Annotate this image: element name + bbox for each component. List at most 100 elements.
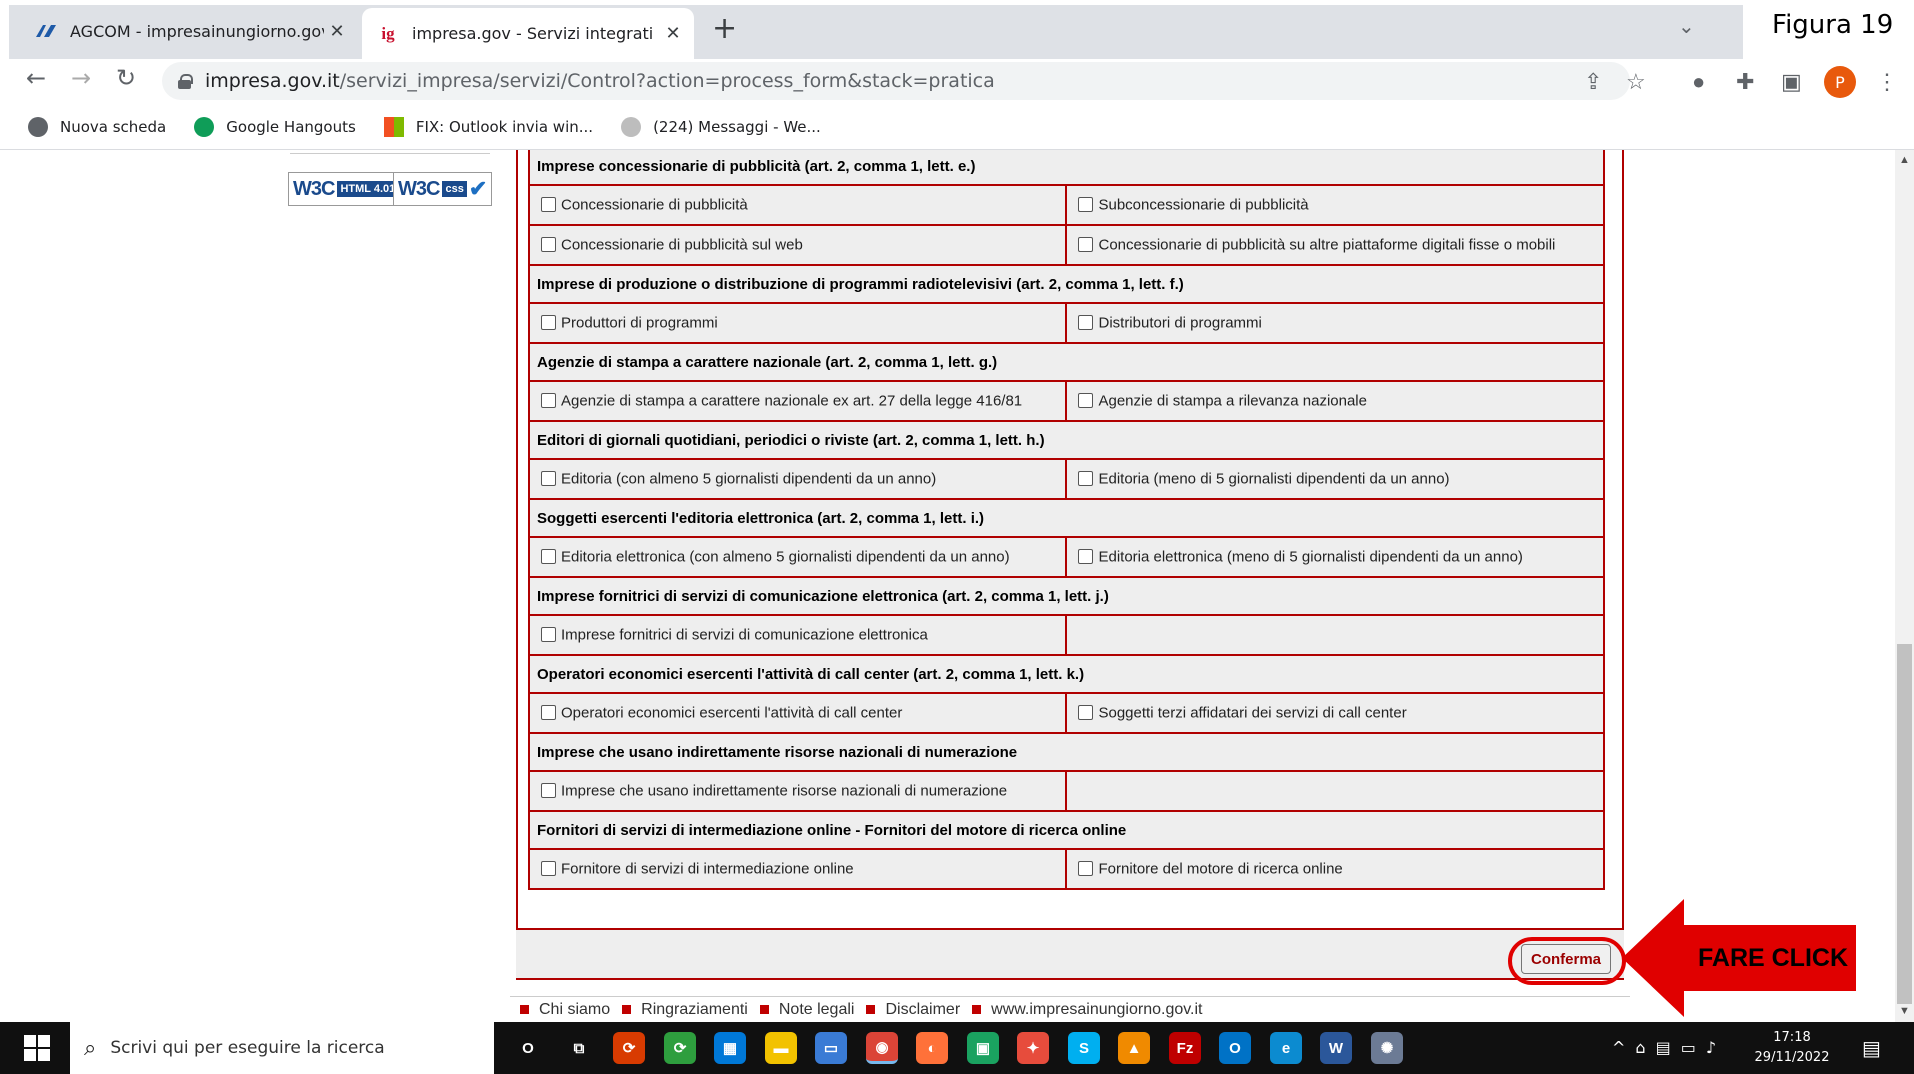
checkbox[interactable]: [541, 860, 556, 876]
share-icon[interactable]: ⇪: [1584, 69, 1602, 95]
notification-icon[interactable]: ▤: [1862, 1036, 1881, 1061]
reload-icon[interactable]: ↻: [116, 64, 136, 92]
footer-link-website[interactable]: www.impresainungiorno.gov.it: [972, 1001, 1203, 1019]
tray-display-icon[interactable]: ▭: [1681, 1038, 1696, 1057]
close-tab-icon[interactable]: ✕: [324, 21, 350, 42]
close-tab-icon[interactable]: ✕: [660, 23, 686, 44]
maps-app-icon[interactable]: ▣: [967, 1032, 999, 1064]
conferma-button[interactable]: Conferma: [1521, 944, 1611, 974]
back-arrow-icon[interactable]: ←: [26, 64, 46, 92]
windows-start-icon[interactable]: [24, 1035, 50, 1061]
scroll-up-icon[interactable]: ▲: [1899, 154, 1910, 166]
checkbox[interactable]: [1078, 860, 1094, 876]
checkbox[interactable]: [1078, 470, 1094, 486]
scrollbar-thumb[interactable]: [1897, 644, 1912, 1004]
checkbox-label[interactable]: Editoria elettronica (meno di 5 giornali…: [1098, 549, 1522, 566]
checkbox-label[interactable]: Concessionarie di pubblicità su altre pi…: [1098, 237, 1555, 254]
checkbox-label[interactable]: Distributori di programmi: [1098, 315, 1261, 332]
checkbox-label[interactable]: Concessionarie di pubblicità sul web: [561, 237, 803, 254]
cleaner-icon[interactable]: ✦: [1017, 1032, 1049, 1064]
checkbox[interactable]: [1078, 236, 1094, 252]
bullet-square-icon: [972, 1005, 982, 1014]
extension-circle-icon[interactable]: ●: [1692, 69, 1705, 95]
checkbox[interactable]: [541, 470, 556, 486]
checkbox-label[interactable]: Produttori di programmi: [561, 315, 718, 332]
checkbox[interactable]: [1078, 314, 1094, 330]
bookmark-messaggi[interactable]: (224) Messaggi - We...: [621, 116, 821, 137]
footer-link-note-legali[interactable]: Note legali: [759, 1001, 854, 1019]
checkbox[interactable]: [541, 392, 556, 408]
option-row: Concessionarie di pubblicità sul web Conc…: [527, 224, 1605, 266]
side-panel-icon[interactable]: ▣: [1781, 69, 1802, 95]
checkbox[interactable]: [1078, 548, 1094, 564]
new-tab-button[interactable]: +: [712, 12, 737, 46]
checkbox[interactable]: [541, 548, 556, 564]
tab-impresa-gov[interactable]: ig impresa.gov - Servizi integrati ✕: [362, 8, 694, 59]
edge-icon[interactable]: e: [1270, 1032, 1302, 1064]
task-view-icon[interactable]: ⧉: [563, 1032, 595, 1064]
taskbar-clock[interactable]: 17:18 29/11/2022: [1752, 1028, 1832, 1068]
word-icon[interactable]: W: [1320, 1032, 1352, 1064]
tab-agcom[interactable]: AGCOM - impresainungiorno.gov.it ✕: [20, 8, 358, 54]
checkbox-label[interactable]: Editoria elettronica (con almeno 5 giorn…: [561, 549, 1010, 566]
file-explorer-icon[interactable]: ▬: [765, 1032, 797, 1064]
footer-link-disclaimer[interactable]: Disclaimer: [866, 1001, 960, 1019]
checkbox-label[interactable]: Editoria (meno di 5 giornalisti dipenden…: [1098, 471, 1449, 488]
volume-icon[interactable]: ♪: [1706, 1038, 1716, 1057]
forward-arrow-icon[interactable]: →: [71, 64, 91, 92]
lock-icon[interactable]: [178, 73, 193, 89]
page-scrollbar[interactable]: ▲ ▼: [1895, 150, 1914, 1022]
cortana-icon[interactable]: O: [512, 1032, 544, 1064]
checkbox[interactable]: [541, 704, 556, 720]
checkbox-label[interactable]: Fornitore del motore di ricerca online: [1098, 861, 1342, 878]
checkbox[interactable]: [541, 236, 556, 252]
url-text[interactable]: impresa.gov.it/servizi_impresa/servizi/C…: [205, 70, 995, 92]
agcom-logo-icon: [34, 19, 58, 43]
bookmark-fix-outlook[interactable]: FIX: Outlook invia win...: [383, 116, 593, 137]
bookmark-nuova-scheda[interactable]: Nuova scheda: [28, 116, 166, 137]
checkbox[interactable]: [541, 782, 556, 798]
sync-green-icon[interactable]: ⟳: [664, 1032, 696, 1064]
scroll-down-icon[interactable]: ▼: [1899, 1005, 1910, 1017]
bookmark-google-hangouts[interactable]: Google Hangouts: [194, 116, 356, 137]
checkbox[interactable]: [541, 196, 556, 212]
checkbox[interactable]: [1078, 196, 1094, 212]
calculator-icon[interactable]: ▦: [714, 1032, 746, 1064]
address-bar[interactable]: impresa.gov.it/servizi_impresa/servizi/C…: [162, 62, 1646, 100]
sync-red-icon[interactable]: ⟳: [613, 1032, 645, 1064]
tray-app-icon[interactable]: ⌂: [1635, 1038, 1645, 1057]
checkbox-label[interactable]: Concessionarie di pubblicità: [561, 197, 748, 214]
puzzle-icon[interactable]: ✚: [1736, 69, 1754, 95]
tray-network-icon[interactable]: ▤: [1656, 1038, 1671, 1057]
filezilla-icon[interactable]: Fz: [1169, 1032, 1201, 1064]
firefox-icon[interactable]: ◐: [916, 1032, 948, 1064]
footer-link-ringraziamenti[interactable]: Ringraziamenti: [622, 1001, 748, 1019]
checkbox[interactable]: [541, 314, 556, 330]
outlook-icon[interactable]: O: [1219, 1032, 1251, 1064]
checkbox-label[interactable]: Subconcessionarie di pubblicità: [1098, 197, 1308, 214]
taskbar-search-input[interactable]: ⌕ Scrivi qui per eseguire la ricerca: [70, 1022, 494, 1074]
w3c-css-badge[interactable]: W3C css ✔: [393, 172, 493, 206]
checkbox-label[interactable]: Editoria (con almeno 5 giornalisti dipen…: [561, 471, 936, 488]
skype-icon[interactable]: S: [1068, 1032, 1100, 1064]
checkbox-label[interactable]: Soggetti terzi affidatari dei servizi di…: [1098, 705, 1406, 722]
remote-desktop-icon[interactable]: ▭: [815, 1032, 847, 1064]
checkbox-label[interactable]: Operatori economici esercenti l'attività…: [561, 705, 902, 722]
star-icon[interactable]: ☆: [1626, 69, 1646, 95]
seal-app-icon[interactable]: ✺: [1371, 1032, 1403, 1064]
chrome-icon[interactable]: ◉: [866, 1032, 898, 1064]
profile-avatar[interactable]: P: [1824, 66, 1856, 98]
tray-chevron-icon[interactable]: ^: [1612, 1038, 1625, 1057]
checkbox-label[interactable]: Imprese che usano indirettamente risorse…: [561, 783, 1007, 800]
checkbox[interactable]: [1078, 704, 1094, 720]
footer-link-chi-siamo[interactable]: Chi siamo: [520, 1001, 610, 1019]
checkbox[interactable]: [541, 626, 556, 642]
checkbox-label[interactable]: Imprese fornitrici di servizi di comunic…: [561, 627, 928, 644]
checkbox-label[interactable]: Fornitore di servizi di intermediazione …: [561, 861, 854, 878]
checkbox[interactable]: [1078, 392, 1094, 408]
vlc-icon[interactable]: ▲: [1118, 1032, 1150, 1064]
checkbox-label[interactable]: Agenzie di stampa a carattere nazionale …: [561, 393, 1022, 410]
chevron-down-icon[interactable]: ⌄: [1678, 14, 1695, 39]
checkbox-label[interactable]: Agenzie di stampa a rilevanza nazionale: [1098, 393, 1367, 410]
menu-kebab-icon[interactable]: ⋮: [1876, 69, 1898, 95]
